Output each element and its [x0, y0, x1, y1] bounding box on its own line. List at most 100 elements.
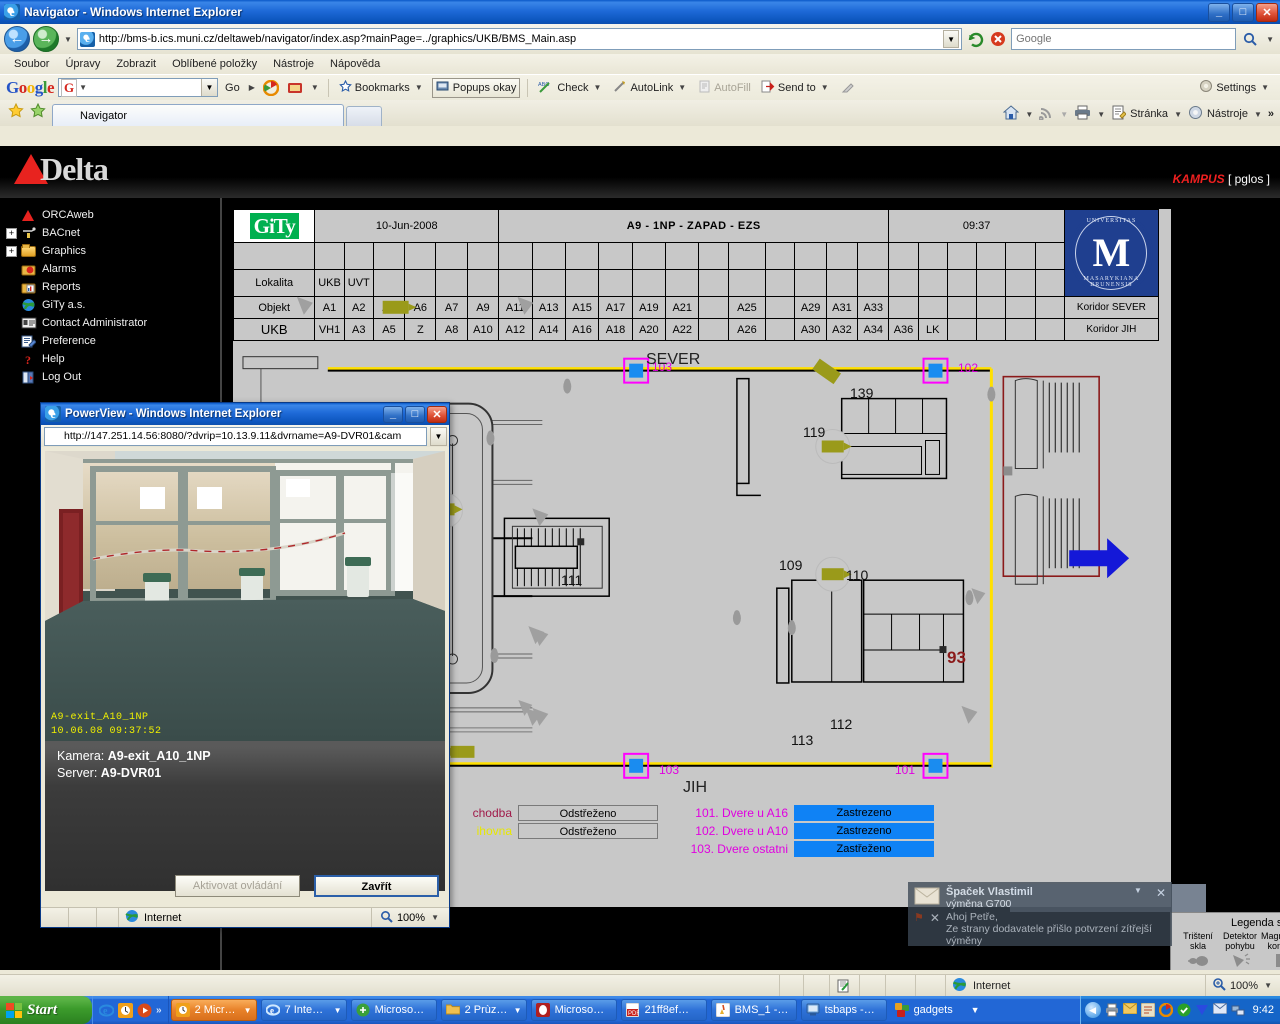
back-button[interactable]: ← [4, 26, 30, 52]
google-highlight-icon[interactable] [838, 78, 858, 98]
taskbar-overflow-icon[interactable]: ▼ [971, 1005, 980, 1015]
tray-mail-icon[interactable] [1122, 1002, 1138, 1017]
tray-printer-icon[interactable] [1105, 1003, 1119, 1017]
ie-quicklaunch-icon[interactable]: e [98, 1003, 115, 1018]
chevron-down-icon-3[interactable]: ▼ [514, 1006, 522, 1015]
status-value-button[interactable]: Odstřeženo [518, 805, 658, 821]
search-input[interactable] [1012, 33, 1236, 45]
google-bookmarks-dropdown-icon[interactable]: ▼ [311, 83, 319, 92]
sidebar-item-contact-administrator[interactable]: Contact Administrator [6, 314, 220, 332]
menu-napoveda[interactable]: Nápověda [322, 56, 388, 72]
add-favorite-icon[interactable] [30, 102, 46, 122]
clock-quicklaunch-icon[interactable] [118, 1002, 133, 1018]
powerview-zone[interactable]: Internet [119, 908, 372, 927]
powerview-address-dropdown-icon[interactable]: ▼ [430, 426, 447, 446]
search-provider-dropdown-icon[interactable]: ▼ [1266, 35, 1274, 44]
sidebar-item-help[interactable]: ? Help [6, 350, 220, 368]
overflow-chevron-icon[interactable]: » [1268, 108, 1274, 120]
page-menu-dropdown-icon[interactable]: ▼ [1174, 110, 1182, 119]
menu-nastroje[interactable]: Nástroje [265, 56, 322, 72]
quicklaunch-overflow-icon[interactable]: » [156, 1005, 162, 1016]
google-popups-button[interactable]: Popups okay [431, 77, 521, 98]
print-icon[interactable] [1074, 105, 1091, 123]
tray-expand-icon[interactable]: ◀ [1084, 1002, 1101, 1018]
sidebar-item-reports[interactable]: Reports [6, 278, 220, 296]
search-box[interactable] [1011, 28, 1237, 50]
security-zone[interactable]: Internet [946, 975, 1206, 996]
door-marker-north-102[interactable]: 102 [958, 361, 978, 375]
taskbar-button[interactable]: tsbaps -… [800, 999, 887, 1021]
status-value-button[interactable]: Zastrezeno [794, 823, 934, 839]
google-bookmarks-sync-icon[interactable] [285, 78, 305, 98]
home-dropdown-icon[interactable]: ▼ [1025, 110, 1033, 119]
google-search-input[interactable]: G ▼ ▼ [58, 78, 219, 97]
new-tab-button[interactable] [346, 106, 382, 126]
powerview-close-button[interactable]: ✕ [427, 405, 447, 423]
taskbar-button[interactable]: 2 Micr… ▼ [170, 999, 257, 1021]
address-bar[interactable]: http://bms-b.ics.muni.cz/deltaweb/naviga… [76, 28, 963, 50]
mail-notification-gadget[interactable]: Špaček Vlastimil výměna G700 ▼ ✕ ⚑ ✕ Aho… [908, 882, 1172, 947]
taskbar-button[interactable]: BMS_1 -… [710, 999, 797, 1021]
status-value-button[interactable]: Odstřeženo [518, 823, 658, 839]
taskbar-button[interactable]: PDF 21ff8ef… [620, 999, 707, 1021]
sidebar-item-log-out[interactable]: Log Out [6, 368, 220, 386]
door-marker-south-103[interactable]: 103 [659, 763, 679, 777]
taskbar-button[interactable]: e 7 Inte… ▼ [260, 999, 347, 1021]
address-dropdown-icon[interactable]: ▼ [943, 30, 960, 48]
tools-gear-icon[interactable] [1188, 105, 1203, 123]
refresh-icon[interactable] [965, 29, 985, 49]
google-autofill-button[interactable]: AutoFill [695, 79, 754, 97]
powerview-zoom-dropdown-icon[interactable]: ▼ [431, 913, 439, 922]
gadget-dropdown-icon[interactable]: ▼ [1134, 886, 1142, 910]
history-dropdown-icon[interactable]: ▼ [64, 35, 72, 44]
print-dropdown-icon[interactable]: ▼ [1097, 110, 1105, 119]
google-go-dropdown-icon[interactable]: ▶ [249, 83, 255, 92]
powerview-minimize-button[interactable]: _ [383, 405, 403, 423]
tray-outlook-icon[interactable] [1212, 1002, 1228, 1017]
home-icon[interactable] [1003, 105, 1020, 123]
taskbar-button[interactable]: Microso… [530, 999, 617, 1021]
tray-antivirus-icon[interactable] [1195, 1003, 1209, 1017]
expand-icon[interactable]: + [6, 227, 17, 239]
chevron-down-icon[interactable]: ▼ [244, 1006, 252, 1015]
taskbar-button[interactable]: Microso… [350, 999, 437, 1021]
sidebar-item-bacnet[interactable]: + BACnet [6, 224, 220, 242]
zoom-dropdown-icon[interactable]: ▼ [1264, 981, 1272, 990]
page-menu-label[interactable]: Stránka [1130, 108, 1168, 120]
expand-icon-2[interactable]: + [6, 245, 17, 257]
google-history-dropdown-icon[interactable]: ▼ [201, 79, 218, 96]
menu-upravy[interactable]: Úpravy [57, 56, 108, 72]
google-check-button[interactable]: ABC Check ▼ [535, 79, 606, 97]
sidebar-item-graphics[interactable]: + Graphics [6, 242, 220, 260]
taskbar-button[interactable]: gadgets [891, 999, 967, 1021]
start-button[interactable]: Start [0, 996, 92, 1024]
tray-network-icon[interactable] [1231, 1003, 1245, 1017]
taskbar-clock[interactable]: 9:42 [1253, 1004, 1274, 1016]
google-sendto-button[interactable]: Send to ▼ [758, 79, 834, 97]
google-go-button[interactable]: Go [222, 81, 243, 95]
google-autolink-button[interactable]: AutoLink ▼ [610, 79, 691, 97]
status-value-button[interactable]: Zastrezeno [794, 805, 934, 821]
status-value-button[interactable]: Zastřeženo [794, 841, 934, 857]
powerview-zoom[interactable]: 100% ▼ [372, 908, 449, 927]
menu-zobrazit[interactable]: Zobrazit [108, 56, 164, 72]
gadget-close-icon[interactable]: ✕ [1156, 886, 1166, 910]
google-bookmarks-button[interactable]: Bookmarks ▼ [336, 79, 428, 97]
zoom-control[interactable]: 100% ▼ [1206, 975, 1280, 996]
powerview-window[interactable]: PowerView - Windows Internet Explorer _ … [40, 402, 450, 928]
page-menu-icon[interactable] [1111, 105, 1127, 123]
google-search-web-icon[interactable] [261, 78, 281, 98]
search-icon[interactable] [1239, 28, 1261, 50]
taskbar-button[interactable]: 2 Prùz… ▼ [440, 999, 527, 1021]
activate-control-button[interactable]: Aktivovat ovládání [175, 875, 300, 897]
forward-button[interactable]: → [33, 26, 59, 52]
media-quicklaunch-icon[interactable] [137, 1003, 152, 1018]
door-marker-south-101[interactable]: 101 [895, 763, 915, 777]
menu-soubor[interactable]: Soubor [6, 56, 57, 72]
powerview-maximize-button[interactable]: □ [405, 405, 425, 423]
close-button[interactable]: ✕ [1256, 2, 1278, 22]
tools-dropdown-icon[interactable]: ▼ [1254, 110, 1262, 119]
delete-icon[interactable]: ✕ [930, 911, 940, 947]
browser-tab-navigator[interactable]: Navigator [52, 104, 344, 126]
sidebar-item-alarms[interactable]: Alarms [6, 260, 220, 278]
